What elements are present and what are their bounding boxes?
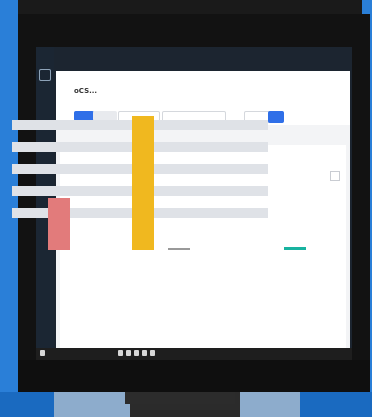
taskbar — [36, 348, 352, 360]
wall-top — [0, 0, 372, 14]
app-logo-icon — [39, 69, 51, 81]
page-title: oCS... — [74, 87, 98, 95]
taskbar-app-icon[interactable] — [142, 350, 147, 356]
desk-paper — [240, 392, 300, 417]
monitor-stand — [125, 392, 235, 404]
desk-paper — [54, 392, 134, 417]
chart-bar[interactable] — [132, 116, 154, 250]
search-button[interactable] — [268, 111, 284, 123]
taskbar-app-icon[interactable] — [150, 350, 155, 356]
chart-bar[interactable] — [284, 247, 306, 250]
bar-chart — [12, 100, 306, 250]
taskbar-app-icon[interactable] — [134, 350, 139, 356]
taskbar-app-icon[interactable] — [118, 350, 123, 356]
taskbar-app-icon[interactable] — [126, 350, 131, 356]
chart-bar[interactable] — [48, 198, 70, 250]
monitor-bezel — [18, 360, 370, 392]
export-icon[interactable] — [330, 171, 340, 181]
chart-bar[interactable] — [168, 248, 190, 250]
start-icon[interactable] — [40, 350, 45, 356]
